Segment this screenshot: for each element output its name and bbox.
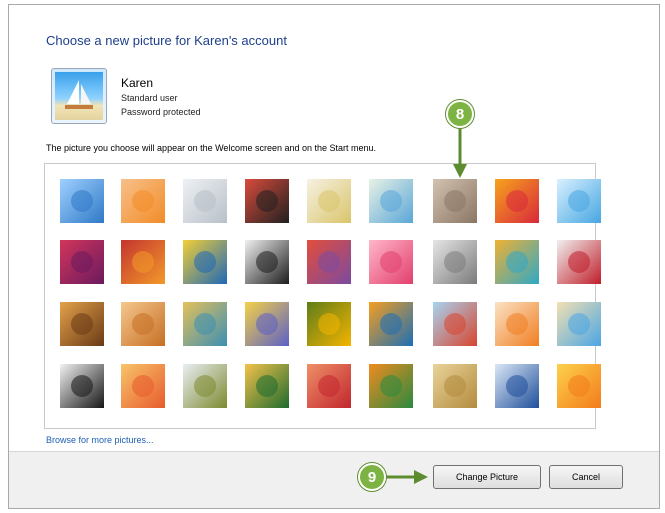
orange-pattern-icon [121, 364, 165, 408]
window-picture[interactable] [245, 364, 289, 408]
record-icon [245, 179, 289, 223]
step-9-callout: 9 [358, 463, 386, 491]
pinwheel-icon [557, 179, 601, 223]
blue-leaf-icon [183, 240, 227, 284]
dialog-title: Choose a new picture for Karen's account [46, 33, 287, 48]
fish-picture[interactable] [369, 302, 413, 346]
butterfly-icon [369, 364, 413, 408]
balloon-picture[interactable] [433, 302, 477, 346]
robot-toy-icon [183, 302, 227, 346]
crayons-picture[interactable] [307, 240, 351, 284]
sand-spiral-picture[interactable] [433, 364, 477, 408]
sailboat-icon [55, 72, 103, 120]
origami-picture[interactable] [557, 240, 601, 284]
pink-flower-icon [369, 240, 413, 284]
pink-flower-picture[interactable] [369, 240, 413, 284]
abstract-blue-picture[interactable] [60, 179, 104, 223]
globe-icon [369, 179, 413, 223]
guitar-icon [60, 302, 104, 346]
dog-puppy-picture[interactable] [121, 302, 165, 346]
ball-icon [60, 240, 104, 284]
orange-flower-icon [557, 364, 601, 408]
steps-picture[interactable] [495, 240, 539, 284]
red-pattern-icon [307, 364, 351, 408]
butterfly-picture[interactable] [369, 364, 413, 408]
color-tiles-picture[interactable] [121, 240, 165, 284]
dog-picture[interactable] [245, 240, 289, 284]
orange-pattern-picture[interactable] [121, 364, 165, 408]
sand-spiral-icon [433, 364, 477, 408]
record-picture[interactable] [245, 179, 289, 223]
chess-icon [183, 364, 227, 408]
robot-icon [183, 179, 227, 223]
fish-icon [369, 302, 413, 346]
soccer-ball-picture[interactable] [60, 364, 104, 408]
lighthouse-icon [495, 364, 539, 408]
blue-leaf-picture[interactable] [183, 240, 227, 284]
lighthouse-picture[interactable] [495, 364, 539, 408]
guitar-picture[interactable] [60, 302, 104, 346]
current-user-avatar [51, 68, 107, 124]
kitten-icon [433, 179, 477, 223]
balloon-icon [433, 302, 477, 346]
user-account-type: Standard user [121, 93, 178, 103]
sunflower-icon [307, 302, 351, 346]
change-picture-button[interactable]: Change Picture [433, 465, 541, 489]
abstract-blue-icon [60, 179, 104, 223]
cancel-button[interactable]: Cancel [549, 465, 623, 489]
toy-picture[interactable] [495, 302, 539, 346]
jacks-icon [433, 240, 477, 284]
pinwheel-picture[interactable] [557, 179, 601, 223]
cat-figurine-picture[interactable] [307, 179, 351, 223]
origami-icon [557, 240, 601, 284]
step-8-callout: 8 [446, 100, 474, 128]
color-tiles-icon [121, 240, 165, 284]
kitten-picture[interactable] [425, 171, 485, 231]
ball-picture[interactable] [60, 240, 104, 284]
toy-icon [495, 302, 539, 346]
jacks-picture[interactable] [433, 240, 477, 284]
red-pattern-picture[interactable] [307, 364, 351, 408]
fabric-picture[interactable] [245, 302, 289, 346]
window-icon [245, 364, 289, 408]
browse-more-pictures-link[interactable]: Browse for more pictures... [46, 435, 154, 445]
starfish-icon [121, 179, 165, 223]
dog-icon [245, 240, 289, 284]
steps-icon [495, 240, 539, 284]
dog-puppy-icon [121, 302, 165, 346]
fabric-icon [245, 302, 289, 346]
globe-picture[interactable] [369, 179, 413, 223]
soccer-ball-icon [60, 364, 104, 408]
starfish-picture[interactable] [121, 179, 165, 223]
sailboat-icon [557, 302, 601, 346]
sailboat-picture[interactable] [557, 302, 601, 346]
orange-flower-picture[interactable] [557, 364, 601, 408]
user-password-status: Password protected [121, 107, 201, 117]
chess-picture[interactable] [183, 364, 227, 408]
robot-toy-picture[interactable] [183, 302, 227, 346]
user-name: Karen [121, 76, 154, 90]
cat-figurine-icon [307, 179, 351, 223]
picture-hint-text: The picture you choose will appear on th… [46, 143, 377, 153]
robot-picture[interactable] [183, 179, 227, 223]
crayons-icon [307, 240, 351, 284]
sunflower-picture[interactable] [307, 302, 351, 346]
red-flower-picture[interactable] [495, 179, 539, 223]
red-flower-icon [495, 179, 539, 223]
